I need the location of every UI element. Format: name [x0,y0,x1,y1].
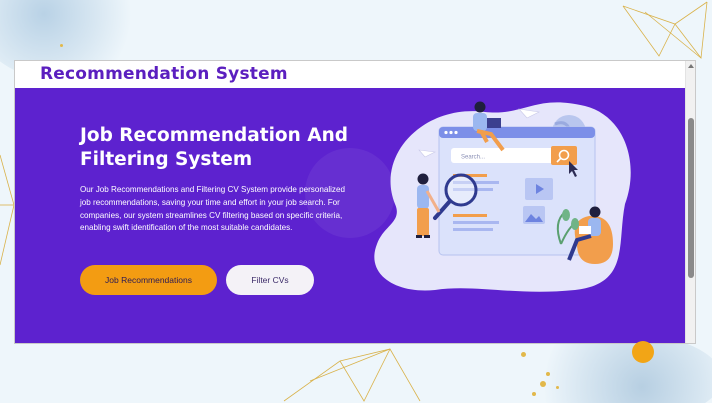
decorative-gold-dot [540,381,546,387]
scrollbar-thumb[interactable] [688,118,694,278]
page-scrollbar[interactable] [685,61,695,343]
decorative-gold-dot [556,386,559,389]
decorative-gold-lines-bottom [283,348,421,402]
job-recommendations-button[interactable]: Job Recommendations [80,265,217,295]
scroll-up-icon[interactable] [688,64,694,68]
hero-title: Job Recommendation And Filtering System [80,124,380,172]
chat-icon[interactable] [632,341,654,363]
decorative-gold-dot [521,352,526,357]
site-brand-logo[interactable]: Recommendation System [40,64,288,84]
hero-title-line-1: Job Recommendation And [80,125,348,146]
illustration-search-placeholder: Search... [461,155,485,161]
decorative-gold-lines-top-right [622,1,708,60]
decorative-gold-dot [532,392,536,396]
site-header: Recommendation System [15,61,687,88]
decorative-gold-dot [60,44,63,47]
hero-title-line-2: Filtering System [80,149,253,170]
image-icon [523,206,545,224]
hero-description: Our Job Recommendations and Filtering CV… [80,185,345,233]
filter-cvs-button[interactable]: Filter CVs [226,265,314,295]
hero-illustration: Search... [374,101,631,292]
play-icon [525,178,553,200]
browser-viewport: Recommendation System Job Recommendation… [14,60,696,344]
search-icon [551,146,577,165]
decorative-gold-dot [546,372,550,376]
hero-section: Job Recommendation And Filtering System … [15,88,687,343]
